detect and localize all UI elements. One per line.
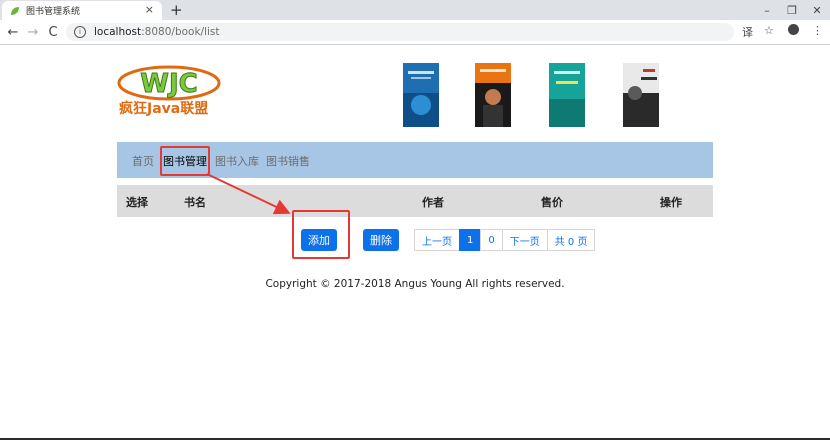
copyright-text: Copyright © 2017-2018 Angus Young All ri… xyxy=(265,278,565,290)
annotation-arrow-icon xyxy=(206,173,291,215)
